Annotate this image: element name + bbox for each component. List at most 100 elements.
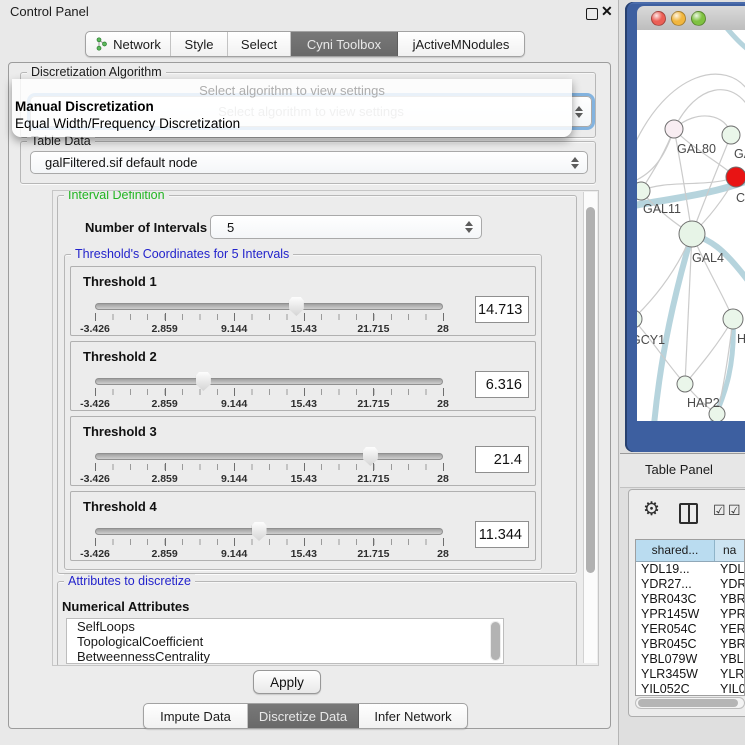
mac-zoom-button[interactable] <box>691 11 706 26</box>
slider-tick-label: 9.144 <box>221 323 247 335</box>
network-node-gal4[interactable] <box>679 221 705 247</box>
node-label-gal4: GAL4 <box>692 251 724 265</box>
cell-name[interactable]: YER0 <box>715 622 744 637</box>
cell-name[interactable]: YDL1 <box>715 562 744 577</box>
attribute-list-item-topologicalcoefficient[interactable]: TopologicalCoefficient <box>67 634 503 649</box>
settings-vertical-scrollbar[interactable] <box>583 192 597 663</box>
network-node-hap2[interactable] <box>677 376 693 392</box>
slider-track[interactable] <box>95 378 443 385</box>
slider-major-tick <box>443 313 444 321</box>
tab-select[interactable]: Select <box>228 32 291 56</box>
threshold-slider[interactable]: -3.4262.8599.14415.4321.71528 <box>95 301 443 335</box>
checkbox-icon[interactable]: ☑ <box>713 502 726 519</box>
network-node-gal11[interactable] <box>637 182 650 200</box>
cell-name[interactable]: YLR3 <box>715 667 744 682</box>
mac-close-button[interactable] <box>651 11 666 26</box>
attribute-list-item-betweennesscentrality[interactable]: BetweennessCentrality <box>67 649 503 664</box>
column-header-name[interactable]: na <box>715 540 744 561</box>
cell-shared-name[interactable]: YBR045C <box>636 637 715 652</box>
numerical-attributes-list[interactable]: SelfLoopsTopologicalCoefficientBetweenne… <box>66 618 504 664</box>
slider-major-tick <box>165 388 166 396</box>
tab-discretize-data[interactable]: Discretize Data <box>248 704 359 728</box>
threshold-value-input[interactable] <box>475 521 529 548</box>
column-selector-icon[interactable] <box>679 503 698 524</box>
cell-name[interactable]: YBR0 <box>715 637 744 652</box>
scrollbar-thumb[interactable] <box>491 622 500 660</box>
tab-cyni-toolbox[interactable]: Cyni Toolbox <box>291 32 398 56</box>
table-row[interactable]: YPR145WYPR1 <box>636 607 744 622</box>
network-node-ga[interactable] <box>722 126 740 144</box>
table-horizontal-scrollbar[interactable] <box>635 697 745 709</box>
tab-infer-network[interactable]: Infer Network <box>359 704 467 728</box>
network-canvas[interactable]: GAL80GACGAL11GAL4GCY1HHAP2 <box>637 30 745 421</box>
network-window-titlebar[interactable] <box>637 6 745 31</box>
number-of-intervals-combo[interactable]: 5 <box>210 215 482 239</box>
attribute-list-item-selfloops[interactable]: SelfLoops <box>67 619 503 634</box>
table-row[interactable]: YER054CYER0 <box>636 622 744 637</box>
threshold-value-input[interactable] <box>475 296 529 323</box>
threshold-value-input[interactable] <box>475 371 529 398</box>
cell-name[interactable]: YIL0 <box>715 682 744 696</box>
cell-name[interactable]: YDR2 <box>715 577 744 592</box>
table-row[interactable]: YBL079WYBL0 <box>636 652 744 667</box>
table-data-combo-value: galFiltered.sif default node <box>31 155 197 170</box>
node-label-ga: GA <box>734 147 745 161</box>
scrollbar-thumb[interactable] <box>638 699 738 707</box>
cell-shared-name[interactable]: YBR043C <box>636 592 715 607</box>
algorithm-dropdown-placeholder: Select algorithm to view settings <box>12 83 572 98</box>
cell-shared-name[interactable]: YER054C <box>636 622 715 637</box>
network-node-gcy1[interactable] <box>637 310 642 328</box>
threshold-value-input[interactable] <box>475 446 529 473</box>
gear-icon[interactable]: ⚙ <box>643 498 660 521</box>
mac-minimize-button[interactable] <box>671 11 686 26</box>
network-node-c[interactable] <box>726 167 745 187</box>
apply-button[interactable]: Apply <box>253 670 321 694</box>
threshold-panel: Threshold 1 -3.4262.8599.14415.4321.7152… <box>70 266 536 336</box>
cell-name[interactable]: YPR1 <box>715 607 744 622</box>
slider-ticks <box>95 464 443 470</box>
slider-tick-label: 2.859 <box>151 548 177 560</box>
cell-name[interactable]: YBL0 <box>715 652 744 667</box>
cell-shared-name[interactable]: YIL052C <box>636 682 715 696</box>
table-row[interactable]: YBR043CYBR0 <box>636 592 744 607</box>
cell-shared-name[interactable]: YBL079W <box>636 652 715 667</box>
tab-impute-data[interactable]: Impute Data <box>144 704 248 728</box>
table-row[interactable]: YDR27...YDR2 <box>636 577 744 592</box>
slider-major-tick <box>373 388 374 396</box>
slider-ticks <box>95 389 443 395</box>
algorithm-option-manual-discretization[interactable]: Manual Discretization <box>15 99 154 114</box>
slider-major-tick <box>373 313 374 321</box>
threshold-slider[interactable]: -3.4262.8599.14415.4321.71528 <box>95 526 443 560</box>
threshold-slider[interactable]: -3.4262.8599.14415.4321.71528 <box>95 451 443 485</box>
slider-track[interactable] <box>95 303 443 310</box>
cell-shared-name[interactable]: YLR345W <box>636 667 715 682</box>
cell-shared-name[interactable]: YDR27... <box>636 577 715 592</box>
table-row[interactable]: YIL052CYIL0 <box>636 682 744 696</box>
network-node-h[interactable] <box>723 309 743 329</box>
table-data-combo[interactable]: galFiltered.sif default node <box>30 151 588 174</box>
tab-style[interactable]: Style <box>171 32 228 56</box>
slider-tick-label: 28 <box>437 548 449 560</box>
table-row[interactable]: YBR045CYBR0 <box>636 637 744 652</box>
tab-network[interactable]: Network <box>86 32 171 56</box>
network-node-gal80[interactable] <box>665 120 683 138</box>
slider-track[interactable] <box>95 453 443 460</box>
algorithm-option-equal-width-frequency-discretization[interactable]: Equal Width/Frequency Discretization <box>15 116 240 131</box>
node-attribute-table[interactable]: shared... na YDL19...YDL1YDR27...YDR2YBR… <box>635 539 745 696</box>
slider-major-tick <box>234 538 235 546</box>
attributes-list-scrollbar[interactable] <box>490 621 501 661</box>
column-header-shared-name[interactable]: shared... <box>636 540 715 561</box>
tab-jactivemnodules[interactable]: jActiveMNodules <box>398 32 524 56</box>
float-window-icon[interactable] <box>586 8 598 20</box>
scrollbar-thumb[interactable] <box>586 207 595 573</box>
close-icon[interactable]: ✕ <box>601 3 613 20</box>
threshold-slider[interactable]: -3.4262.8599.14415.4321.71528 <box>95 376 443 410</box>
checkbox-icon[interactable]: ☑ <box>728 502 741 519</box>
table-row[interactable]: YDL19...YDL1 <box>636 562 744 577</box>
slider-major-tick <box>234 313 235 321</box>
cell-shared-name[interactable]: YDL19... <box>636 562 715 577</box>
slider-track[interactable] <box>95 528 443 535</box>
cell-name[interactable]: YBR0 <box>715 592 744 607</box>
cell-shared-name[interactable]: YPR145W <box>636 607 715 622</box>
table-row[interactable]: YLR345WYLR3 <box>636 667 744 682</box>
